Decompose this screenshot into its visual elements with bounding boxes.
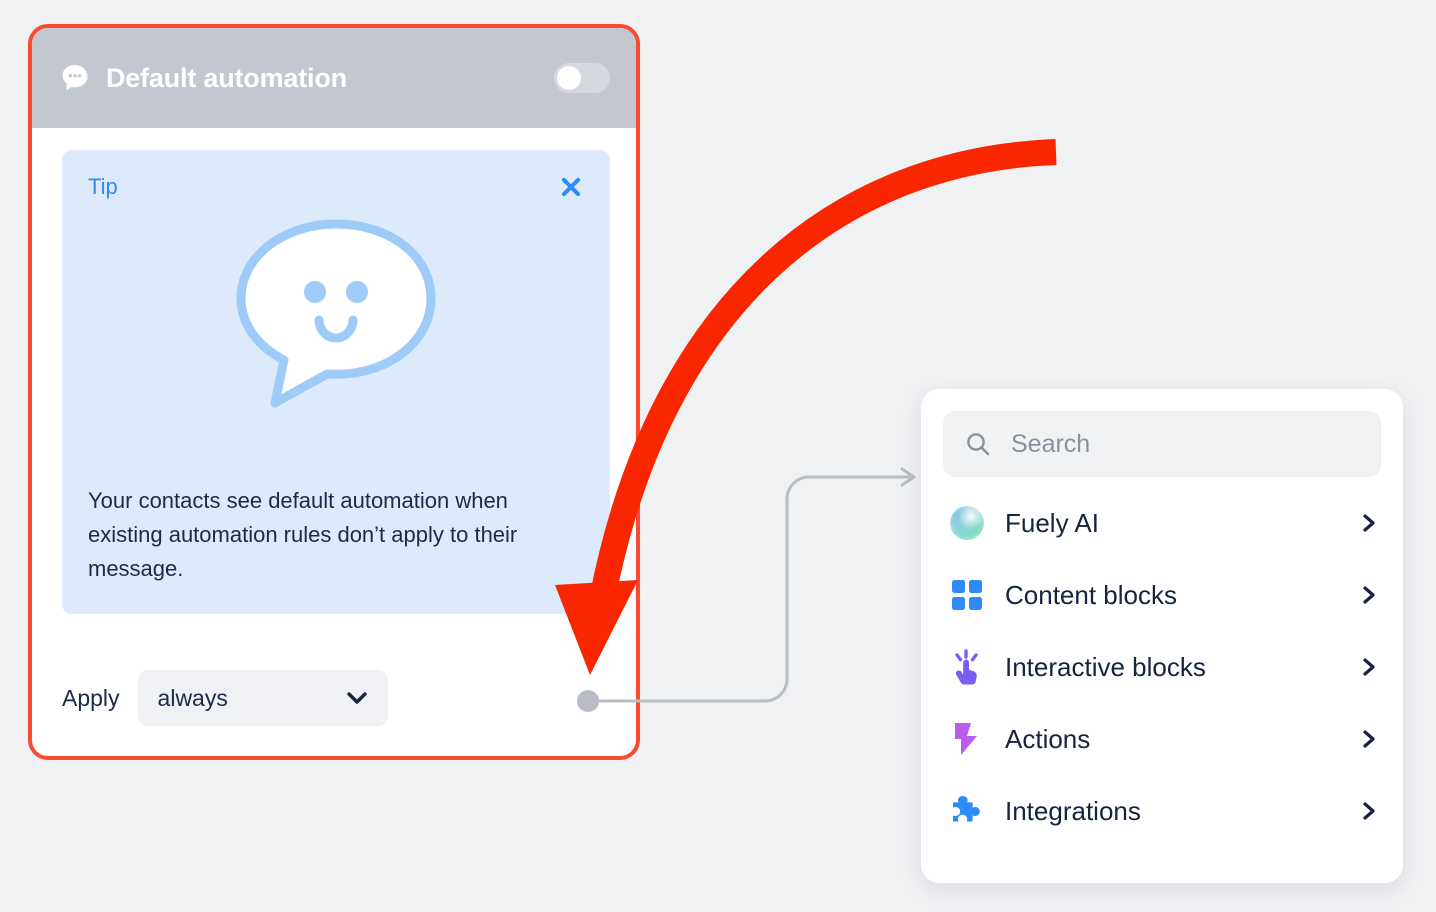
card-title: Default automation	[106, 62, 347, 93]
apply-label: Apply	[62, 684, 120, 711]
default-automation-card: Default automation Tip Your contacts see…	[28, 24, 640, 760]
close-icon[interactable]	[558, 174, 584, 200]
search-icon	[965, 431, 991, 457]
output-port-dot[interactable]	[577, 690, 599, 712]
chevron-right-icon	[1361, 512, 1377, 534]
block-category-list: Fuely AI Content blocks Interactive bloc…	[921, 487, 1403, 847]
puzzle-piece-icon	[949, 793, 985, 829]
block-category-actions[interactable]: Actions	[921, 703, 1403, 775]
search-input[interactable]	[1009, 428, 1359, 460]
block-category-label: Fuely AI	[1005, 507, 1099, 538]
block-category-label: Interactive blocks	[1005, 651, 1206, 682]
tip-label: Tip	[88, 174, 118, 199]
tap-hand-icon	[949, 649, 985, 685]
block-category-integrations[interactable]: Integrations	[921, 775, 1403, 847]
apply-select[interactable]: always	[137, 670, 388, 726]
apply-select-value: always	[157, 684, 228, 711]
block-category-label: Content blocks	[1005, 579, 1177, 610]
chat-bubble-icon	[60, 63, 90, 93]
grid-squares-icon	[949, 577, 985, 613]
automation-toggle[interactable]	[554, 63, 610, 93]
card-body: Tip Your contacts see default automation…	[32, 128, 636, 756]
tip-header: Tip	[62, 150, 610, 200]
toggle-knob	[557, 66, 581, 90]
search-box[interactable]	[943, 411, 1381, 477]
sphere-icon	[949, 505, 985, 541]
chevron-right-icon	[1361, 584, 1377, 606]
block-category-label: Integrations	[1005, 795, 1141, 826]
block-category-label: Actions	[1005, 723, 1091, 754]
block-picker-panel: Fuely AI Content blocks	[921, 389, 1403, 883]
smiling-speech-bubble-illustration	[62, 216, 610, 421]
chevron-down-icon	[346, 687, 368, 709]
chevron-right-icon	[1361, 656, 1377, 678]
canvas: Default automation Tip Your contacts see…	[0, 0, 1436, 912]
tip-body-text: Your contacts see default automation whe…	[88, 488, 518, 581]
block-category-content-blocks[interactable]: Content blocks	[921, 559, 1403, 631]
block-category-fuely-ai[interactable]: Fuely AI	[921, 487, 1403, 559]
block-category-interactive-blocks[interactable]: Interactive blocks	[921, 631, 1403, 703]
chevron-right-icon	[1361, 800, 1377, 822]
lightning-bolt-icon	[949, 721, 985, 757]
apply-row: Apply always	[62, 670, 388, 726]
card-header: Default automation	[32, 28, 636, 128]
tip-panel: Tip Your contacts see default automation…	[62, 150, 610, 614]
chevron-right-icon	[1361, 728, 1377, 750]
